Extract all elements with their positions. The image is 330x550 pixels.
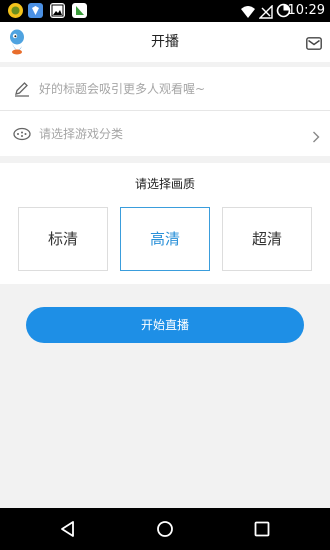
- shield-app-icon: [28, 3, 43, 18]
- home-icon[interactable]: [155, 519, 175, 539]
- quality-option-sd[interactable]: 标清: [18, 207, 108, 271]
- broadcast-form: 好的标题会吸引更多人观看喔~ 请选择游戏分类: [0, 67, 330, 156]
- recents-icon[interactable]: [252, 519, 272, 539]
- gamepad-icon: [13, 126, 31, 142]
- no-signal-icon: [258, 4, 273, 19]
- page-title: 开播: [151, 34, 179, 50]
- title-input-row[interactable]: 好的标题会吸引更多人观看喔~: [0, 67, 330, 111]
- chat-app-icon: [8, 3, 23, 18]
- quality-option-uhd[interactable]: 超清: [222, 207, 312, 271]
- title-input[interactable]: 好的标题会吸引更多人观看喔~: [39, 67, 205, 111]
- pencil-icon: [13, 81, 31, 97]
- wifi-icon: [240, 4, 256, 18]
- gallery-icon: [50, 3, 65, 18]
- category-label: 请选择游戏分类: [39, 127, 124, 141]
- header: 开播: [0, 22, 330, 62]
- category-select-row[interactable]: 请选择游戏分类: [0, 112, 330, 156]
- status-bar: 10:29: [0, 0, 330, 22]
- clock-time: 10:29: [287, 3, 325, 18]
- back-icon[interactable]: [58, 519, 78, 539]
- quality-title: 请选择画质: [134, 177, 195, 191]
- quality-section: 请选择画质 标清 高清 超清: [0, 163, 330, 284]
- start-broadcast-button[interactable]: 开始直播: [26, 307, 304, 343]
- store-icon: [72, 3, 87, 18]
- mail-icon[interactable]: [306, 35, 322, 50]
- quality-option-hd[interactable]: 高清: [120, 207, 210, 271]
- chevron-right-icon: [312, 128, 320, 143]
- navigation-bar: [0, 508, 330, 550]
